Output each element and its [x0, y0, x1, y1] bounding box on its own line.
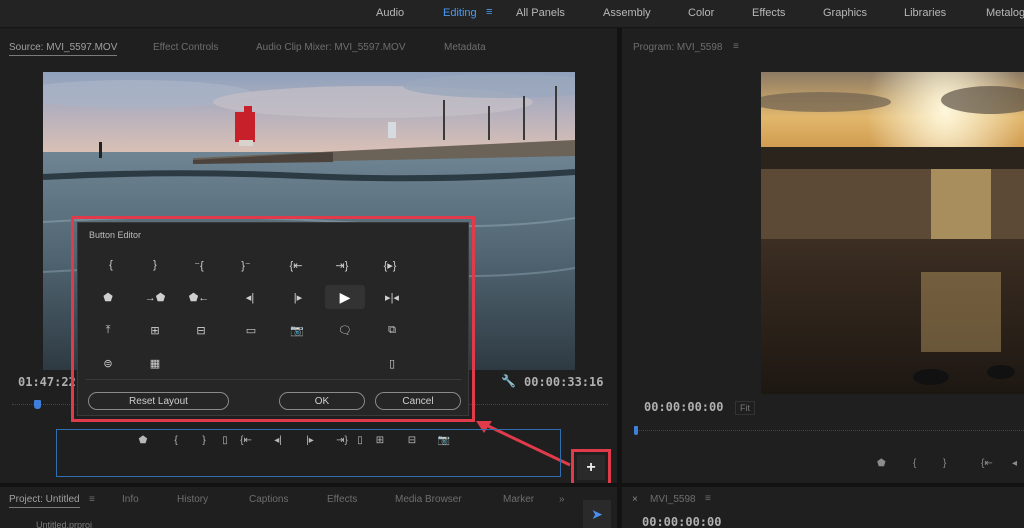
play-stop-icon[interactable]: ▶ [325, 285, 365, 309]
fit-dropdown[interactable]: Fit [735, 401, 755, 415]
add-marker-icon[interactable]: ⬟ [88, 285, 128, 309]
vr-video-icon[interactable]: ⊜ [88, 351, 128, 375]
program-playhead[interactable] [634, 426, 638, 435]
wrench-icon[interactable]: 🔧 [501, 374, 516, 388]
play-around-icon[interactable]: ▸|◂ [372, 285, 412, 309]
spacer-icon[interactable]: ▯ [372, 351, 412, 375]
selection-tool-icon[interactable]: ➤ [583, 500, 611, 528]
mark-in-icon[interactable]: { [166, 432, 186, 448]
panel-menu-icon[interactable]: ≡ [733, 41, 739, 52]
step-back-icon[interactable]: ◂| [268, 432, 288, 448]
go-to-in-icon[interactable]: {⇤ [981, 458, 993, 469]
overwrite-icon[interactable]: ⊟ [181, 318, 221, 342]
more-tabs-icon[interactable]: » [559, 494, 565, 505]
mark-in-icon[interactable]: { [91, 253, 131, 277]
program-time-ruler[interactable] [634, 430, 1024, 442]
toggle-proxies-icon[interactable]: ▦ [135, 351, 175, 375]
project-panel: Project: Untitled ≡ Info History Caption… [0, 487, 617, 528]
tab-effect-controls[interactable]: Effect Controls [153, 42, 218, 53]
workspace-menu-icon[interactable]: ≡ [486, 6, 492, 18]
ok-button[interactable]: OK [279, 392, 365, 410]
close-icon[interactable]: × [632, 494, 638, 505]
step-forward-icon[interactable]: |▸ [278, 285, 318, 309]
safe-margins-icon[interactable]: ▭ [231, 318, 271, 342]
go-to-previous-marker-icon[interactable]: ⬟← [179, 285, 219, 309]
workspace-editing[interactable]: Editing [443, 7, 477, 19]
panel-menu-icon[interactable]: ≡ [89, 494, 95, 505]
source-timecode-in[interactable]: 01:47:22 [18, 375, 76, 389]
multi-camera-icon[interactable]: ⧉ [372, 318, 412, 342]
source-timecode-duration: 00:00:33:16 [524, 375, 604, 389]
project-item[interactable]: Untitled.prproj [36, 520, 92, 528]
workspace-bar: Audio Editing ≡ All Panels Assembly Colo… [0, 0, 1024, 28]
go-to-in-icon[interactable]: {⇤ [276, 253, 316, 277]
button-editor-add-button[interactable]: + [577, 455, 605, 480]
tab-captions[interactable]: Captions [249, 494, 288, 505]
tab-metadata[interactable]: Metadata [444, 42, 486, 53]
step-forward-icon[interactable]: |▸ [300, 432, 320, 448]
lift-icon[interactable]: ⤒ [88, 318, 128, 342]
workspace-audio[interactable]: Audio [376, 7, 404, 19]
tab-info[interactable]: Info [122, 494, 139, 505]
mark-in-icon[interactable]: { [913, 458, 916, 469]
timeline-timecode[interactable]: 00:00:00:00 [642, 515, 721, 528]
source-playhead[interactable] [34, 400, 41, 409]
comment-icon[interactable]: 🗨 [325, 318, 365, 342]
tab-media-browser[interactable]: Media Browser [395, 494, 462, 505]
tab-history[interactable]: History [177, 494, 208, 505]
go-to-out-icon[interactable]: ⇥} [322, 253, 362, 277]
insert-icon[interactable]: ⊞ [135, 318, 175, 342]
workspace-effects[interactable]: Effects [752, 7, 785, 19]
mark-out-icon[interactable]: } [194, 432, 214, 448]
workspace-assembly[interactable]: Assembly [603, 7, 651, 19]
tab-program[interactable]: Program: MVI_5598 [633, 42, 723, 53]
go-to-in-icon[interactable]: {⇤ [236, 432, 256, 448]
go-to-out-icon[interactable]: ⇥} [332, 432, 352, 448]
button-editor-dialog: Button Editor { } ⁻{ }⁻ {⇤ ⇥} {▸} ⬟ →⬟ ⬟… [77, 222, 469, 416]
workspace-metalogging[interactable]: Metalog [986, 7, 1024, 19]
add-marker-icon[interactable]: ⬟ [133, 432, 153, 448]
spacer-icon[interactable]: ▯ [350, 432, 370, 448]
editor-divider [86, 379, 462, 380]
add-marker-icon[interactable]: ⬟ [877, 458, 886, 469]
clear-out-icon[interactable]: }⁻ [226, 253, 266, 277]
step-back-icon[interactable]: ◂| [230, 285, 270, 309]
spacer-icon[interactable]: ▯ [215, 432, 235, 448]
workspace-all-panels[interactable]: All Panels [516, 7, 565, 19]
insert-icon[interactable]: ⊞ [370, 432, 390, 448]
workspace-graphics[interactable]: Graphics [823, 7, 867, 19]
tab-source[interactable]: Source: MVI_5597.MOV [9, 42, 118, 56]
reset-layout-button[interactable]: Reset Layout [88, 392, 229, 410]
button-editor-title: Button Editor [89, 230, 142, 240]
tab-timeline[interactable]: MVI_5598 [650, 494, 696, 505]
go-to-next-marker-icon[interactable]: →⬟ [135, 285, 175, 309]
mark-out-icon[interactable]: } [943, 458, 946, 469]
export-frame-camera-icon[interactable]: 📷 [434, 432, 454, 448]
tab-project[interactable]: Project: Untitled [9, 494, 80, 508]
tab-audio-clip-mixer[interactable]: Audio Clip Mixer: MVI_5597.MOV [256, 42, 406, 53]
workspace-color[interactable]: Color [688, 7, 714, 19]
clear-in-icon[interactable]: ⁻{ [179, 253, 219, 277]
cancel-button[interactable]: Cancel [375, 392, 461, 410]
export-frame-camera-icon[interactable]: 📷 [277, 318, 317, 342]
play-in-to-out-icon[interactable]: {▸} [370, 253, 410, 277]
panel-menu-icon[interactable]: ≡ [705, 493, 711, 504]
program-video-frame [761, 72, 1024, 394]
program-timecode[interactable]: 00:00:00:00 [644, 400, 723, 414]
tab-effects[interactable]: Effects [327, 494, 357, 505]
mark-out-icon[interactable]: } [135, 253, 175, 277]
step-back-icon[interactable]: ◂ [1012, 458, 1017, 469]
workspace-libraries[interactable]: Libraries [904, 7, 946, 19]
tab-marker[interactable]: Marker [503, 494, 534, 505]
overwrite-icon[interactable]: ⊟ [402, 432, 422, 448]
